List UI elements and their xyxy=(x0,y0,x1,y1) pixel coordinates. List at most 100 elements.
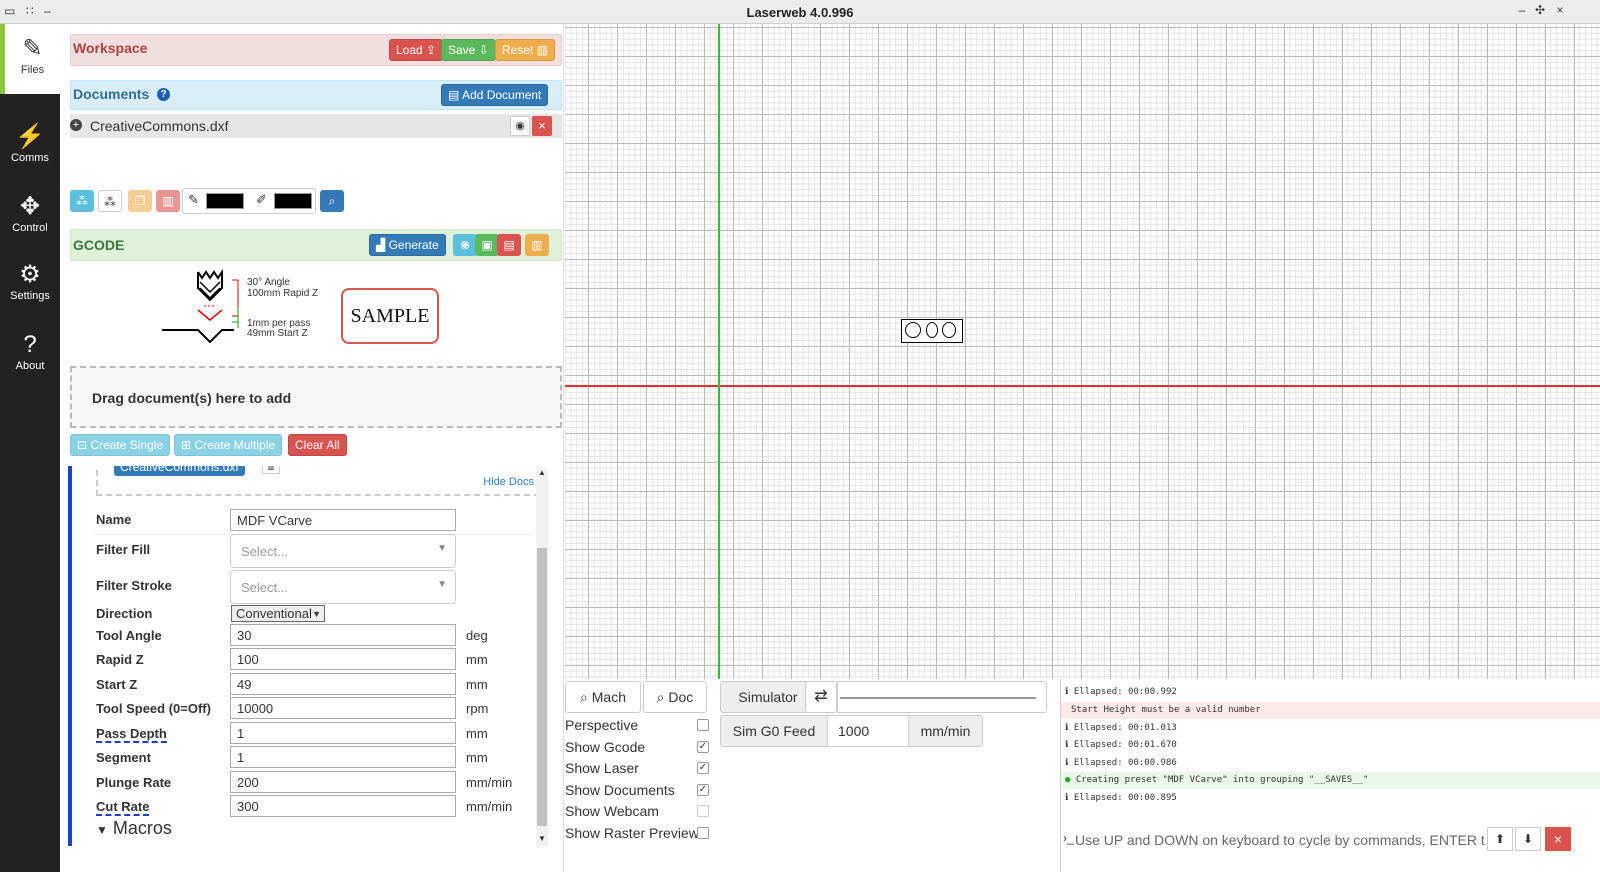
history-up-icon[interactable]: ⬆ xyxy=(1487,827,1513,851)
command-input[interactable]: Use UP and DOWN on keyboard to cycle by … xyxy=(1075,832,1485,848)
filter-stroke-label: Filter Stroke xyxy=(96,578,172,593)
mach-button[interactable]: ⌕ Mach xyxy=(565,681,641,713)
fill-color-swatch[interactable] xyxy=(274,193,312,209)
add-document-button[interactable]: ▤ Add Document xyxy=(441,84,549,106)
sidebar-label: Comms xyxy=(11,152,49,164)
pass-depth-label[interactable]: Pass Depth xyxy=(96,726,167,743)
show-webcam-checkbox[interactable] xyxy=(697,805,709,817)
name-input[interactable] xyxy=(230,509,456,531)
view-gcode-icon[interactable]: ◉ xyxy=(453,234,477,256)
form-scrollbar[interactable]: ▲ ▼ xyxy=(536,468,548,846)
show-documents-checkbox[interactable]: ✓ xyxy=(697,784,709,796)
search-icon: ⌕ xyxy=(580,689,588,705)
load-label: Load xyxy=(396,43,423,57)
scroll-down-icon[interactable]: ▼ xyxy=(538,834,546,843)
tool-angle-input[interactable] xyxy=(230,624,456,646)
clear-console-icon[interactable]: × xyxy=(1545,827,1571,851)
scrollbar-thumb[interactable] xyxy=(537,548,547,826)
pass-depth-input[interactable] xyxy=(230,722,456,744)
brush-icon: ✐ xyxy=(256,192,267,207)
log-entry: ℹ Ellapsed: 00:01.670 xyxy=(1061,737,1600,754)
filter-stroke-select[interactable]: Select... ▼ xyxy=(230,570,456,604)
sidebar-item-files[interactable]: ✎ Files xyxy=(0,24,60,94)
cut-rate-input[interactable] xyxy=(230,795,456,817)
reset-button[interactable]: Reset ▥ xyxy=(495,39,556,61)
sidebar-label: Files xyxy=(20,64,45,76)
sidebar-item-comms[interactable]: ⚡ Comms xyxy=(0,112,60,182)
expand-icon[interactable]: + xyxy=(70,119,82,131)
simulator-slider[interactable] xyxy=(837,681,1047,713)
macros-label: Macros xyxy=(112,818,172,838)
window-maximize-icon[interactable]: ✣ xyxy=(1532,3,1548,17)
help-icon[interactable]: ? xyxy=(157,88,170,101)
window-minimize-icon[interactable]: – xyxy=(1514,3,1530,17)
select-all-icon[interactable]: ⁂ xyxy=(70,190,94,212)
drop-zone[interactable]: Drag document(s) here to add xyxy=(70,366,562,428)
create-multiple-icon: ⊞ xyxy=(181,438,192,452)
clear-all-button[interactable]: Clear All xyxy=(288,434,347,456)
history-down-icon[interactable]: ⬇ xyxy=(1515,827,1541,851)
log-text: Ellapsed: 00:00.895 xyxy=(1073,793,1177,803)
direction-select[interactable]: Conventional ▼ xyxy=(231,605,325,622)
simulator-toggle-button[interactable]: ⇄ xyxy=(805,681,837,713)
eye-icon[interactable]: ◉ xyxy=(510,116,530,136)
y-axis-line xyxy=(718,24,720,679)
create-multiple-button[interactable]: ⊞ Create Multiple xyxy=(174,434,283,456)
deselect-icon[interactable]: ⁂ xyxy=(98,190,122,212)
clear-all-label: Clear All xyxy=(295,438,340,452)
generate-button[interactable]: ▟ Generate xyxy=(369,234,446,256)
log-entry: Start Height must be a valid number xyxy=(1061,702,1600,719)
mach-label: Mach xyxy=(591,689,626,705)
sidebar-item-about[interactable]: ? About xyxy=(0,320,60,390)
filter-fill-label: Filter Fill xyxy=(96,542,151,557)
show-raster-preview-checkbox[interactable] xyxy=(697,827,709,839)
plunge-rate-input[interactable] xyxy=(230,771,456,793)
sidebar-item-control[interactable]: ✥ Control xyxy=(0,182,60,252)
sim-feed-input[interactable] xyxy=(827,715,909,747)
segment-input[interactable] xyxy=(230,746,456,768)
sidebar-label: Control xyxy=(12,222,48,234)
delete-selected-icon[interactable]: ▥ xyxy=(156,190,180,212)
tool-speed-input[interactable] xyxy=(230,697,456,719)
save-gcode-icon[interactable]: ▣ xyxy=(475,234,499,256)
show-laser-checkbox[interactable]: ✓ xyxy=(697,762,709,774)
copy-icon[interactable]: ❐ xyxy=(128,190,152,212)
create-single-button[interactable]: ⊡ Create Single xyxy=(70,434,171,456)
load-button[interactable]: Load ⇪ xyxy=(389,39,444,61)
sidebar-item-settings[interactable]: ⚙ Settings xyxy=(0,250,60,320)
start-z-input[interactable] xyxy=(230,673,456,695)
scroll-up-icon[interactable]: ▲ xyxy=(538,468,546,477)
save-button[interactable]: Save ⇩ xyxy=(441,39,496,61)
show-gcode-checkbox[interactable]: ✓ xyxy=(697,741,709,753)
question-icon: ? xyxy=(23,331,37,358)
remove-doc-tag-icon[interactable]: ▥ xyxy=(262,466,280,474)
remove-document-icon[interactable]: × xyxy=(532,116,552,136)
open-gcode-icon[interactable]: ▤ xyxy=(497,234,521,256)
workspace-canvas[interactable] xyxy=(565,24,1600,679)
macros-toggle[interactable]: ▼ Macros xyxy=(96,818,172,839)
plunge-rate-label: Plunge Rate xyxy=(96,775,172,790)
document-preview[interactable] xyxy=(901,319,963,343)
info-icon: ℹ xyxy=(1065,793,1069,803)
cut-rate-label[interactable]: Cut Rate xyxy=(96,799,150,816)
document-row[interactable]: + CreativeCommons.dxf ◉ × xyxy=(70,114,562,138)
show-laser-label: Show Laser xyxy=(565,760,639,776)
filter-fill-select[interactable]: Select... ▼ xyxy=(230,534,456,568)
reset-label: Reset xyxy=(502,43,534,57)
window-close-icon[interactable]: × xyxy=(1552,3,1568,17)
cc-by-icon xyxy=(926,322,938,338)
rapid-z-input[interactable] xyxy=(230,648,456,670)
perspective-checkbox[interactable] xyxy=(697,719,709,731)
left-panel: Workspace Load ⇪ Save ⇩ Reset ▥ Document… xyxy=(60,24,564,872)
doc-button[interactable]: ⌕ Doc xyxy=(643,681,707,713)
stroke-color-swatch[interactable] xyxy=(206,193,244,209)
delete-gcode-icon[interactable]: ▥ xyxy=(525,234,549,256)
doc-tag[interactable]: CreativeCommons.dxf xyxy=(114,466,245,476)
title-bar: ▭ ∷ ‒ Laserweb 4.0.996 – ✣ × xyxy=(0,0,1600,24)
zoom-icon[interactable]: ⌕ xyxy=(320,190,344,212)
cc-logo-icon xyxy=(905,322,921,338)
console-panel: ℹ Ellapsed: 00:00.992 Start Height must … xyxy=(1060,679,1600,872)
arrows-icon: ✥ xyxy=(19,193,41,220)
hide-docs-link[interactable]: Hide Docs xyxy=(483,476,534,488)
viewer-controls: ⌕ Mach ⌕ Doc Simulator ⇄ Sim G0 Feed mm/… xyxy=(565,679,1600,872)
